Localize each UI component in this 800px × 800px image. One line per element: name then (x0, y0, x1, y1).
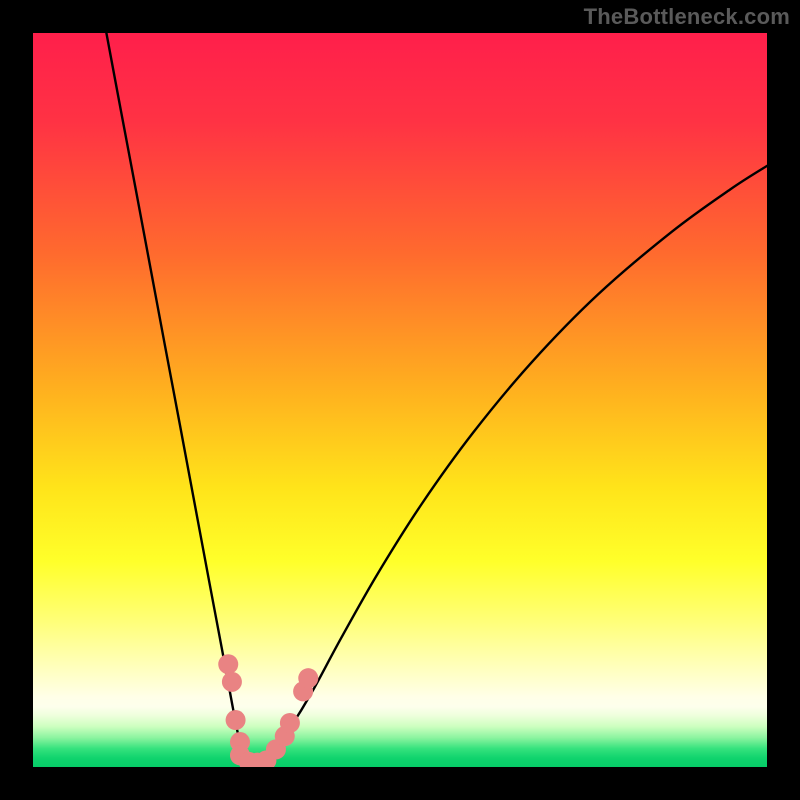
outer-frame: TheBottleneck.com (0, 0, 800, 800)
marker-point (226, 710, 246, 730)
plot-area (33, 33, 767, 767)
marker-point (222, 672, 242, 692)
marker-point (298, 668, 318, 688)
marker-point (280, 713, 300, 733)
marker-layer (33, 33, 767, 767)
marker-point (218, 654, 238, 674)
watermark-text: TheBottleneck.com (584, 4, 790, 30)
